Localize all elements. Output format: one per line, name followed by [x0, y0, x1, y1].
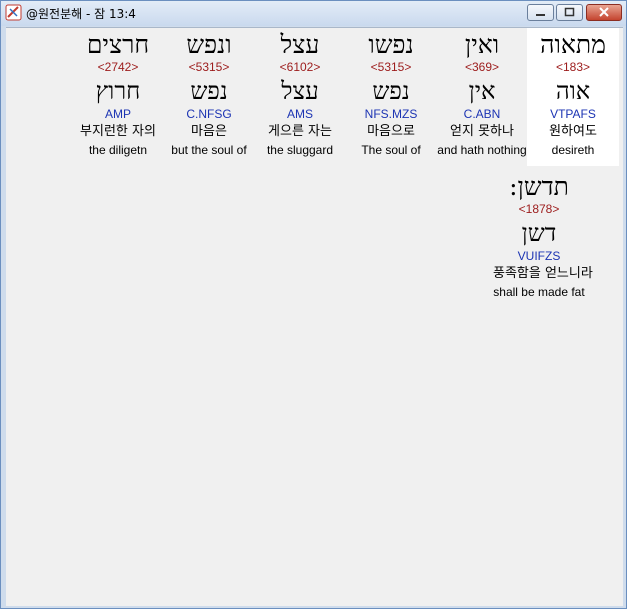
korean-gloss: 원하여도	[549, 124, 597, 139]
hebrew-word: ונפש	[186, 30, 232, 59]
korean-gloss: 마음으로	[367, 124, 415, 139]
maximize-icon	[557, 5, 582, 20]
hebrew-word: ואין	[464, 30, 500, 59]
hebrew-lemma: נפש	[372, 77, 410, 105]
korean-gloss: 얻지 못하나	[450, 124, 514, 139]
hebrew-word: תדשן:	[509, 172, 569, 201]
close-button[interactable]	[586, 4, 622, 21]
hebrew-lemma: דשן	[521, 219, 557, 247]
minimize-icon	[528, 5, 553, 20]
close-icon	[587, 5, 621, 20]
morphology-code[interactable]: AMP	[72, 107, 164, 121]
korean-gloss: 풍족함을 얻느니라	[493, 266, 593, 281]
english-gloss: shall be made fat	[493, 285, 585, 299]
word-cell[interactable]: ואין <369> אין C.ABN 얻지 못하나 and hath not…	[436, 28, 528, 158]
strong-number[interactable]: <1878>	[493, 202, 585, 216]
window-title: @원전분해 - 잠 13:4	[26, 7, 136, 21]
word-cell[interactable]: תדשן: <1878> דשן VUIFZS 풍족함을 얻느니라 shall …	[493, 170, 593, 300]
strong-number[interactable]: <6102>	[254, 60, 346, 74]
english-gloss: desireth	[551, 143, 595, 157]
minimize-button[interactable]	[527, 4, 554, 21]
english-gloss: the sluggard	[266, 143, 334, 157]
app-icon[interactable]	[5, 4, 22, 21]
morphology-code[interactable]: C.NFSG	[163, 107, 255, 121]
word-cell[interactable]: חרצים <2742> חרוץ AMP 부지런한 자의 the dilige…	[72, 28, 164, 158]
maximize-button[interactable]	[556, 4, 583, 21]
korean-gloss: 마음은	[191, 124, 227, 139]
english-gloss: but the soul of	[171, 143, 247, 157]
hebrew-word: נפשו	[368, 30, 414, 59]
english-gloss: the diligetn	[88, 143, 148, 157]
morphology-code[interactable]: C.ABN	[436, 107, 528, 121]
analysis-pane: מתאוה <183> אוה VTPAFS 원하여도 desireth ואי…	[6, 27, 623, 606]
strong-number[interactable]: <5315>	[163, 60, 255, 74]
morphology-code[interactable]: NFS.MZS	[345, 107, 437, 121]
english-gloss: The soul of	[361, 143, 421, 157]
hebrew-lemma: נפש	[190, 77, 228, 105]
hebrew-lemma: אין	[468, 77, 496, 105]
hebrew-lemma: חרוץ	[95, 77, 141, 105]
english-gloss: and hath nothing	[437, 143, 527, 157]
korean-gloss: 게으른 자는	[268, 124, 332, 139]
title-bar[interactable]: @원전분해 - 잠 13:4	[1, 1, 626, 26]
morphology-code[interactable]: VUIFZS	[493, 249, 585, 263]
hebrew-lemma: אוה	[555, 77, 591, 105]
strong-number[interactable]: <2742>	[72, 60, 164, 74]
hebrew-word: מתאוה	[540, 30, 606, 59]
morphology-code[interactable]: AMS	[254, 107, 346, 121]
app-window: @원전분해 - 잠 13:4 מתאוה <183> אוה VTPAFS 원하…	[0, 0, 627, 609]
strong-number[interactable]: <369>	[436, 60, 528, 74]
morphology-code[interactable]: VTPAFS	[527, 107, 619, 121]
hebrew-word: חרצים	[86, 30, 150, 59]
korean-gloss: 부지런한 자의	[80, 124, 156, 139]
word-cell[interactable]: נפשו <5315> נפש NFS.MZS 마음으로 The soul of	[345, 28, 437, 158]
strong-number[interactable]: <183>	[527, 60, 619, 74]
strong-number[interactable]: <5315>	[345, 60, 437, 74]
hebrew-word: עצל	[280, 30, 320, 59]
word-cell[interactable]: מתאוה <183> אוה VTPAFS 원하여도 desireth	[527, 28, 619, 166]
hebrew-lemma: עצל	[281, 77, 319, 105]
word-cell[interactable]: ונפש <5315> נפש C.NFSG 마음은 but the soul …	[163, 28, 255, 158]
word-cell[interactable]: עצל <6102> עצל AMS 게으른 자는 the sluggard	[254, 28, 346, 158]
